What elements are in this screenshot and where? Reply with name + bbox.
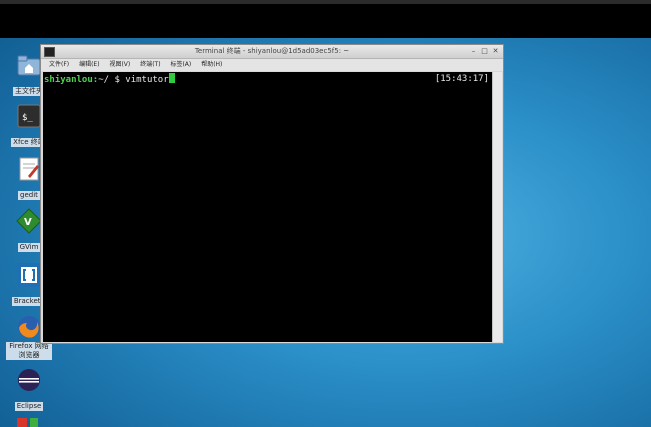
terminal-output[interactable]: shiyanlou:~/ $ vimtutor [15:43:17] [43, 72, 495, 342]
window-titlebar[interactable]: Terminal 终端 - shiyanlou@1d5ad03ec5f5: ~ … [41, 45, 503, 59]
svg-text:V: V [24, 217, 32, 228]
top-black-bar [0, 4, 651, 38]
brackets-icon [16, 262, 42, 288]
desktop-icon-eclipse[interactable]: Eclipse [10, 367, 48, 412]
maximize-icon[interactable]: □ [480, 47, 489, 56]
desktop-icon-label: GVim [17, 243, 41, 252]
gedit-icon [16, 156, 42, 182]
prompt-line: shiyanlou:~/ $ vimtutor [44, 73, 175, 86]
partial-app-icon-2 [30, 418, 38, 427]
menu-edit[interactable]: 编辑(E) [79, 59, 99, 71]
prompt-user: shiyanlou: [44, 75, 99, 85]
menu-terminal[interactable]: 终端(T) [140, 59, 160, 71]
prompt-command: ~/ $ vimtutor [98, 75, 169, 85]
menu-file[interactable]: 文件(F) [49, 59, 69, 71]
terminal-window[interactable]: Terminal 终端 - shiyanlou@1d5ad03ec5f5: ~ … [40, 44, 504, 344]
window-title: Terminal 终端 - shiyanlou@1d5ad03ec5f5: ~ [194, 47, 350, 55]
prompt-clock: [15:43:17] [434, 74, 489, 84]
menu-bar: 文件(F) 编辑(E) 视图(V) 终端(T) 标签(A) 帮助(H) [41, 59, 503, 71]
menu-view[interactable]: 视图(V) [109, 59, 130, 71]
svg-text:$_: $_ [22, 113, 33, 123]
eclipse-icon [16, 367, 42, 393]
menu-help[interactable]: 帮助(H) [201, 59, 222, 71]
gvim-icon: V [16, 208, 42, 234]
menu-tabs[interactable]: 标签(A) [170, 59, 191, 71]
firefox-icon [16, 314, 42, 340]
desktop-icon-label: Firefox 网络浏览器 [6, 342, 52, 360]
terminal-icon: $_ [16, 103, 42, 129]
desktop-icon-label: Eclipse [14, 402, 44, 411]
terminal-scrollbar[interactable] [492, 72, 502, 342]
close-icon[interactable]: ✕ [491, 47, 500, 56]
minimize-icon[interactable]: – [469, 47, 478, 56]
text-cursor [168, 73, 175, 83]
partial-app-icon[interactable] [17, 418, 27, 427]
home-folder-icon [16, 52, 42, 78]
desktop-icon-label: gedit [18, 191, 40, 200]
